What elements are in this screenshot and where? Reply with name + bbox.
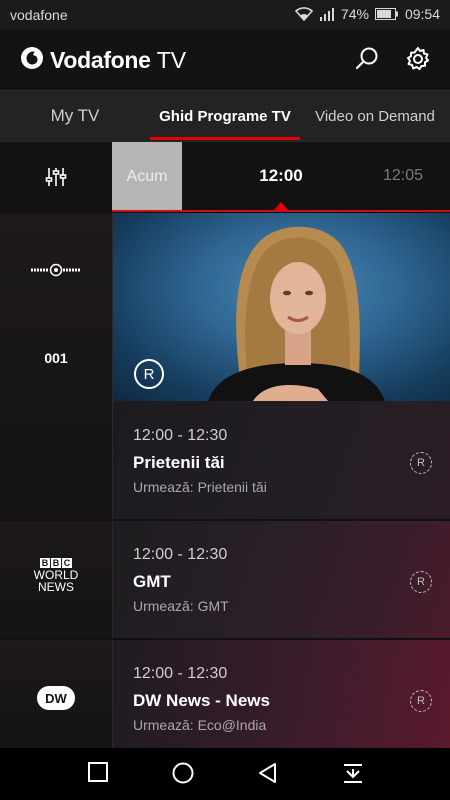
channel-row[interactable]: 001 R 12:00 - 12:30 Prietenii tăi Urmeaz… — [0, 213, 450, 519]
wifi-icon — [294, 7, 313, 21]
channel-row[interactable]: B B C WORLD NEWS 12:00 - 12:30 GMT Urmea… — [0, 521, 450, 638]
channel-cell[interactable]: 001 — [0, 213, 113, 519]
time-marker-icon — [274, 202, 288, 210]
replay-icon[interactable]: R — [410, 690, 432, 712]
pull-down-icon — [344, 764, 362, 783]
triangle-back-icon — [259, 763, 276, 783]
tab-tv-guide[interactable]: Ghid Programe TV — [150, 91, 300, 141]
program-time: 12:00 - 12:30 — [133, 427, 228, 444]
program-next: Urmează: Prietenii tăi — [133, 479, 267, 495]
battery-percent: 74% — [340, 6, 369, 22]
filter-button[interactable] — [0, 142, 113, 212]
program-cell[interactable]: R 12:00 - 12:30 Prietenii tăi Urmează: P… — [113, 213, 450, 519]
app-header: Vodafone TV — [0, 30, 450, 90]
vodafone-speechmark-icon — [20, 46, 44, 75]
home-button[interactable] — [172, 762, 194, 789]
main-tabs: My TV Ghid Programe TV Video on Demand — [0, 90, 450, 141]
next-time-slot[interactable]: 12:05 — [370, 167, 436, 185]
replay-icon[interactable]: R — [410, 452, 432, 474]
channel-cell[interactable]: B B C WORLD NEWS — [0, 521, 113, 638]
bbc-world-news-logo: B B C WORLD NEWS — [0, 558, 112, 593]
status-bar: vodafone 74% 09:54 — [0, 0, 450, 30]
program-title: Prietenii tăi — [133, 453, 225, 472]
signal-icon — [319, 7, 335, 21]
vodafone-logo: Vodafone TV — [20, 46, 186, 75]
carrier-name: vodafone — [10, 7, 68, 23]
bbc-block-b2: B — [51, 558, 61, 568]
channel-number: 001 — [44, 350, 68, 366]
channel-row[interactable]: DW 12:00 - 12:30 DW News - News Urmează:… — [0, 640, 450, 748]
program-time: 12:00 - 12:30 — [133, 665, 228, 682]
replay-badge: R — [134, 359, 164, 389]
square-icon — [88, 762, 108, 782]
circle-icon — [172, 762, 194, 784]
recent-apps-button[interactable] — [88, 762, 108, 787]
equalizer-icon — [45, 168, 67, 186]
now-button[interactable]: Acum — [112, 142, 182, 212]
status-icons: 74% 09:54 — [294, 6, 440, 22]
comedy-central-logo — [31, 263, 81, 277]
notification-button[interactable] — [342, 762, 364, 789]
program-cell[interactable]: 12:00 - 12:30 GMT Urmează: GMT R — [113, 521, 450, 638]
bbc-block-c: C — [62, 558, 72, 568]
battery-icon — [374, 8, 399, 20]
search-icon — [355, 47, 378, 70]
active-tab-indicator — [150, 137, 300, 140]
timeline-line — [112, 210, 450, 212]
brand-name: Vodafone — [50, 47, 151, 73]
program-cell[interactable]: 12:00 - 12:30 DW News - News Urmează: Ec… — [113, 640, 450, 748]
bbc-block-b1: B — [40, 558, 50, 568]
current-time-slot[interactable]: 12:00 — [240, 166, 322, 186]
program-thumbnail: R — [113, 213, 450, 401]
gear-icon — [407, 47, 429, 70]
program-title: GMT — [133, 572, 171, 591]
clock: 09:54 — [404, 6, 440, 22]
tab-video-on-demand[interactable]: Video on Demand — [300, 91, 450, 141]
back-button[interactable] — [257, 762, 279, 789]
settings-button[interactable] — [404, 45, 432, 78]
tab-my-tv[interactable]: My TV — [0, 91, 150, 141]
bbc-logo-line2: NEWS — [38, 580, 74, 594]
channel-cell[interactable]: DW — [0, 640, 113, 748]
program-next: Urmează: Eco@India — [133, 717, 267, 733]
timeline-bar: Acum 12:00 12:05 — [0, 141, 450, 212]
brand-suffix: TV — [156, 47, 187, 73]
system-nav-bar — [0, 748, 450, 800]
replay-icon[interactable]: R — [410, 571, 432, 593]
program-next: Urmează: GMT — [133, 598, 229, 614]
bbc-logo-blocks: B B C — [0, 558, 112, 568]
search-button[interactable] — [354, 46, 380, 77]
program-time: 12:00 - 12:30 — [133, 546, 228, 563]
program-title: DW News - News — [133, 691, 270, 710]
dw-logo: DW — [37, 686, 75, 710]
